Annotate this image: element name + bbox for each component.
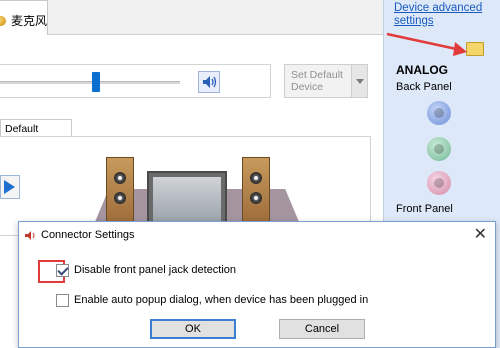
speaker-icon bbox=[25, 231, 35, 240]
disable-jack-detection-checkbox[interactable] bbox=[56, 264, 69, 277]
tab-microphone-label: 麦克风 bbox=[11, 14, 48, 28]
right-speaker-icon bbox=[242, 157, 270, 227]
volume-slider-thumb[interactable] bbox=[92, 72, 100, 92]
mute-toggle-button[interactable] bbox=[198, 71, 220, 93]
mic-in-jack-icon[interactable] bbox=[427, 171, 451, 195]
microphone-tab-icon bbox=[0, 16, 6, 26]
front-panel-label: Front Panel bbox=[396, 203, 453, 215]
auto-popup-checkbox[interactable] bbox=[56, 294, 69, 307]
chevron-down-icon[interactable] bbox=[351, 65, 367, 97]
dialog-title: Connector Settings bbox=[41, 229, 135, 241]
ok-button[interactable]: OK bbox=[150, 319, 236, 339]
disable-jack-detection-label[interactable]: Disable front panel jack detection bbox=[74, 264, 236, 276]
speaker-icon bbox=[203, 76, 217, 88]
volume-slider-track[interactable] bbox=[0, 81, 180, 84]
annotation-arrow-icon bbox=[386, 32, 467, 56]
cancel-button[interactable]: Cancel bbox=[279, 319, 365, 339]
play-icon[interactable] bbox=[0, 175, 20, 199]
monitor-screen bbox=[153, 177, 221, 223]
set-default-device-label: Set Default Device bbox=[291, 69, 343, 93]
line-in-jack-icon[interactable] bbox=[427, 101, 451, 125]
tab-strip: 麦克风 bbox=[0, 0, 383, 36]
close-icon[interactable]: ✕ bbox=[474, 226, 487, 244]
tab-default-format[interactable]: Default Format bbox=[0, 119, 72, 147]
left-speaker-icon bbox=[106, 157, 134, 227]
auto-popup-label[interactable]: Enable auto popup dialog, when device ha… bbox=[74, 294, 368, 306]
analog-heading: ANALOG bbox=[396, 63, 448, 77]
connector-settings-dialog: Connector Settings ✕ Disable front panel… bbox=[18, 221, 496, 348]
back-panel-label: Back Panel bbox=[396, 81, 452, 93]
set-default-device-button[interactable]: Set Default Device bbox=[284, 64, 368, 98]
dialog-titlebar: Connector Settings ✕ bbox=[19, 222, 495, 249]
line-out-jack-icon[interactable] bbox=[427, 137, 451, 161]
volume-group bbox=[0, 64, 271, 98]
tab-microphone[interactable]: 麦克风 bbox=[0, 0, 48, 36]
device-advanced-settings-link[interactable]: Device advanced settings bbox=[394, 2, 498, 28]
